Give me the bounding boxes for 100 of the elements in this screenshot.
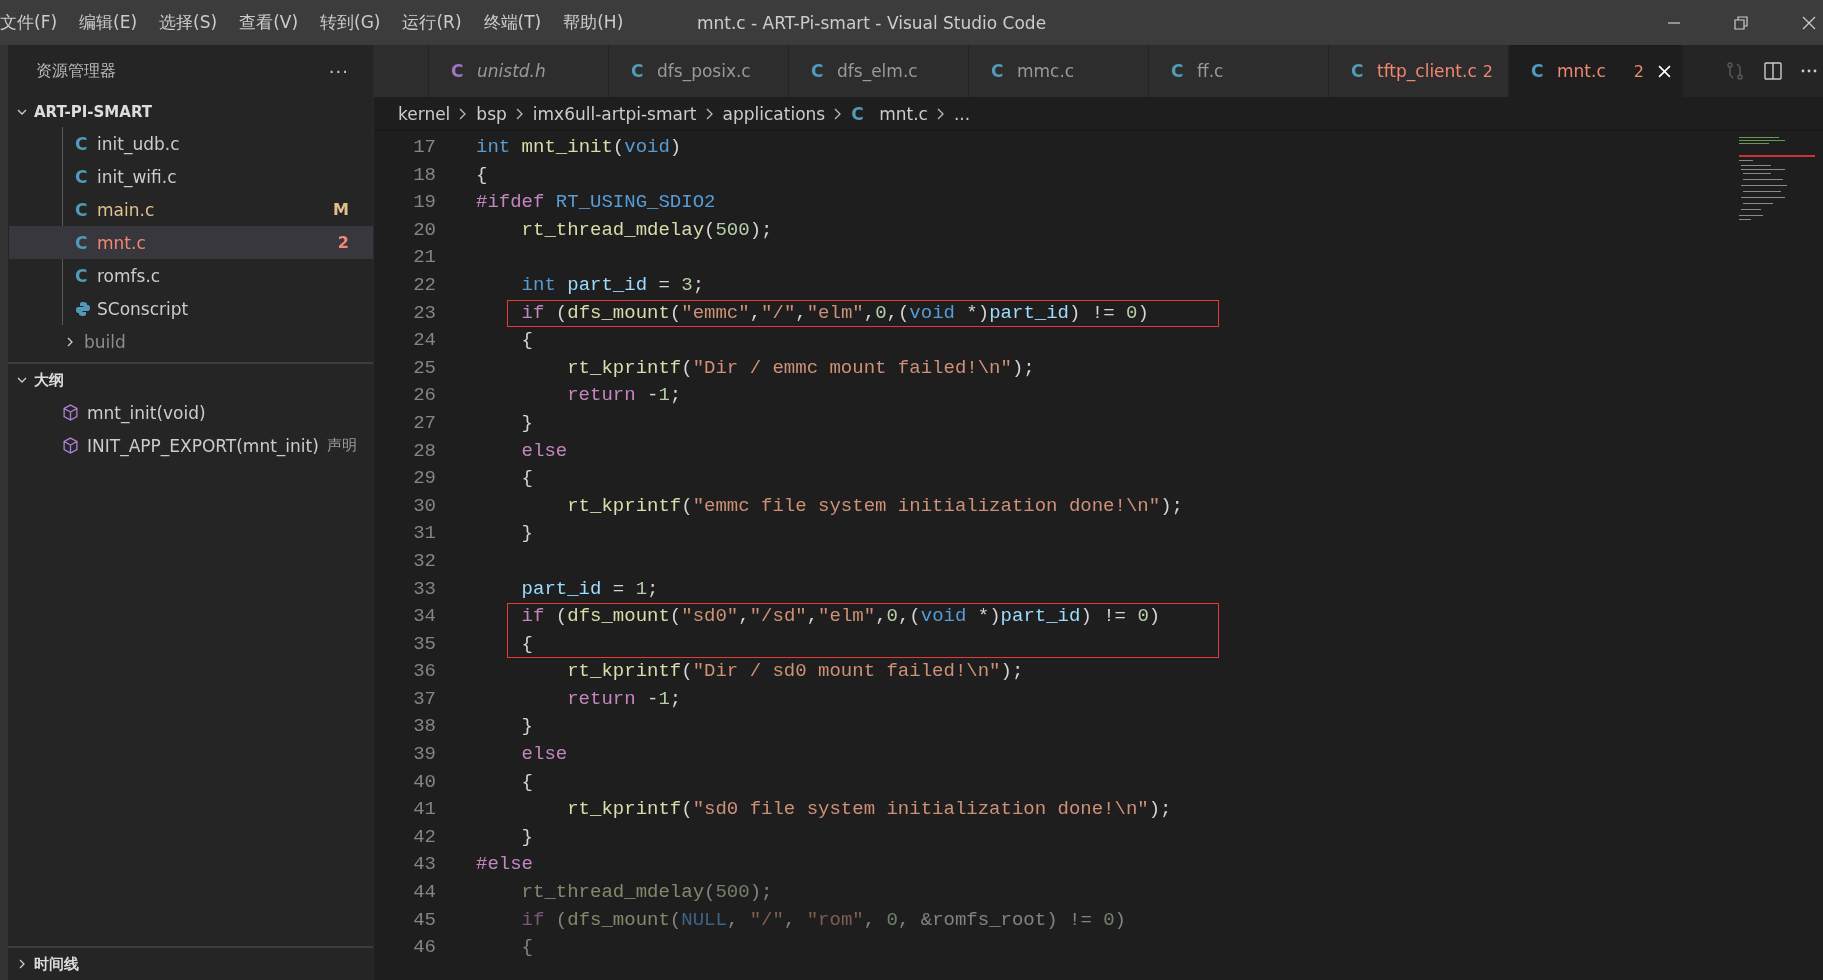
problem-count: 2	[1633, 61, 1644, 81]
line-number: 43	[412, 852, 436, 878]
line-number: 21	[412, 245, 436, 271]
section-header[interactable]: 时间线	[8, 946, 373, 980]
code-line: {	[520, 467, 533, 490]
line-number: 23	[412, 300, 436, 326]
breadcrumb-item[interactable]: ...	[953, 103, 971, 124]
line-number: 24	[412, 328, 436, 354]
c-file-icon: C	[631, 61, 653, 81]
symbol-name: mnt_init(void)	[87, 402, 206, 423]
code-line: rt_thread_mdelay(500);	[520, 218, 773, 241]
menu-item[interactable]: 运行(R)	[391, 11, 473, 34]
editor-tab[interactable]: C mnt.c 2	[1509, 45, 1684, 97]
breadcrumb-item[interactable]: kernel	[398, 103, 451, 124]
c-file-icon: C	[1171, 61, 1193, 81]
c-file-icon: C	[75, 166, 97, 187]
section-title: 时间线	[34, 954, 79, 974]
editor-tab[interactable]: C ff.c	[1149, 45, 1329, 97]
code-line: part_id = 1;	[520, 577, 659, 600]
c-file-icon: C	[851, 103, 874, 124]
file-item[interactable]: C init_udb.c	[9, 127, 373, 160]
editor-tab[interactable]: C tftp_client.c 2	[1329, 45, 1509, 97]
section-header[interactable]: 大纲	[8, 362, 373, 396]
menu-item[interactable]: 查看(V)	[228, 11, 310, 34]
close-icon[interactable]	[1801, 14, 1817, 31]
line-number: 34	[412, 604, 436, 630]
code-line: }	[520, 522, 533, 545]
line-number: 36	[412, 659, 436, 685]
more-icon[interactable]	[1801, 69, 1817, 73]
file-item[interactable]: SConscript	[9, 292, 373, 325]
git-status-letter: M	[333, 200, 349, 219]
breadcrumb-item[interactable]: bsp	[476, 103, 507, 124]
code-line: int mnt_init(void)	[476, 136, 682, 158]
problem-count: 2	[1482, 61, 1493, 81]
c-file-icon: C	[75, 199, 97, 220]
line-number: 30	[412, 493, 436, 519]
line-number: 18	[412, 162, 436, 188]
menu-item[interactable]: 帮助(H)	[552, 11, 635, 34]
file-name: SConscript	[97, 298, 189, 319]
tab-label: ff.c	[1197, 61, 1224, 81]
folder-item[interactable]: build	[8, 325, 373, 358]
menu-item[interactable]: 终端(T)	[472, 11, 553, 34]
editor-tab[interactable]: C dfs_posix.c	[609, 45, 789, 97]
file-name: mnt.c	[97, 232, 146, 253]
line-number: 19	[412, 190, 436, 216]
breadcrumb-item[interactable]: mnt.c	[879, 103, 928, 124]
outline-item[interactable]: INIT_APP_EXPORT(mnt_init) 声明	[8, 429, 373, 462]
code-line: rt_kprintf("emmc file system initialization done!\n");	[566, 494, 1183, 517]
c-file-icon: C	[1531, 61, 1553, 81]
symbol-detail: 声明	[326, 436, 357, 455]
line-number: 22	[412, 272, 436, 298]
line-number: 27	[412, 410, 436, 436]
breadcrumb-item[interactable]: applications	[722, 103, 826, 124]
more-button[interactable]: ···	[328, 60, 349, 82]
code-line: rt_kprintf("Dir / emmc mount failed!\n");	[566, 356, 1035, 379]
line-number: 29	[412, 466, 436, 492]
restore-icon[interactable]	[1733, 14, 1749, 31]
tab-label: tftp_client.c	[1377, 61, 1477, 81]
split-editor-icon[interactable]	[1763, 61, 1783, 81]
file-item[interactable]: C mnt.c 2	[9, 226, 373, 259]
file-item[interactable]: C main.c M	[9, 193, 373, 226]
file-item[interactable]: C romfs.c	[9, 259, 373, 292]
line-number: 28	[412, 438, 436, 464]
menu-item[interactable]: 选择(S)	[148, 11, 229, 34]
tab-label: dfs_posix.c	[657, 61, 751, 81]
menu-item[interactable]: 编辑(E)	[68, 11, 149, 34]
code-line: rt_thread_mdelay(500);	[520, 881, 773, 904]
code-line: if (dfs_mount("emmc","/","elm",0,(void *)part_id) != 0)	[520, 301, 1149, 324]
c-file-icon: C	[991, 61, 1013, 81]
window-title: mnt.c - ART-Pi-smart - Visual Studio Code	[696, 12, 1047, 33]
problem-count: 2	[337, 233, 349, 252]
line-number: 42	[412, 824, 436, 850]
cube-icon	[62, 437, 79, 454]
menu-item[interactable]: 转到(G)	[309, 11, 392, 34]
editor-tab[interactable]: C unistd.h	[429, 45, 609, 97]
code-line: #else	[476, 853, 533, 876]
section-title: 大纲	[34, 370, 64, 390]
section-header[interactable]: ART-PI-SMART	[8, 97, 373, 127]
chevron-icon	[935, 106, 946, 121]
file-item[interactable]: C init_wifi.c	[9, 160, 373, 193]
code-line: {	[520, 329, 533, 352]
line-number: 38	[412, 714, 436, 740]
code-line: #ifdef RT_USING_SDIO2	[476, 191, 716, 214]
code-line: else	[520, 439, 568, 462]
python-icon	[75, 300, 91, 317]
line-number: 32	[412, 548, 436, 574]
line-number: 45	[412, 907, 436, 933]
outline-item[interactable]: mnt_init(void)	[8, 396, 373, 429]
breadcrumb-item[interactable]: imx6ull-artpi-smart	[532, 103, 697, 124]
line-number: 40	[412, 769, 436, 795]
editor-tab[interactable]: C dfs_elm.c	[789, 45, 969, 97]
code-line: return -1;	[566, 384, 682, 407]
menu-item[interactable]: 文件(F)	[0, 11, 69, 34]
line-number: 26	[412, 383, 436, 409]
line-number: 41	[412, 797, 436, 823]
code-line: }	[520, 825, 533, 848]
editor-tab[interactable]: C mmc.c	[969, 45, 1149, 97]
code-line: }	[520, 411, 533, 434]
header-file-icon: C	[451, 61, 473, 81]
code-line: else	[520, 743, 568, 766]
